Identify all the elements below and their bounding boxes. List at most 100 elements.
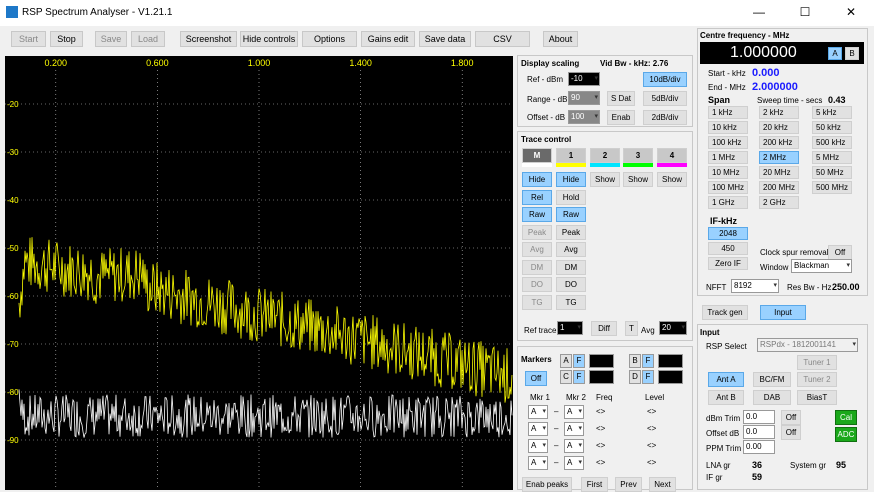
range-select[interactable]: 90 xyxy=(568,91,600,105)
start-value[interactable]: 0.000 xyxy=(752,67,780,79)
offset-db-off-button[interactable]: Off xyxy=(781,425,801,440)
toolbar-start-button[interactable]: Start xyxy=(11,31,46,47)
span-500-mhz-button[interactable]: 500 MHz xyxy=(812,181,852,194)
trace-m-tg-button[interactable]: TG xyxy=(522,294,552,310)
marker-row-mkr2[interactable]: A xyxy=(564,422,584,436)
span-100-mhz-button[interactable]: 100 MHz xyxy=(708,181,748,194)
t-button[interactable]: T xyxy=(625,321,638,336)
if-zero-if-button[interactable]: Zero IF xyxy=(708,257,748,270)
toolbar-about-button[interactable]: About xyxy=(543,31,578,47)
marker-row-mkr2[interactable]: A xyxy=(564,439,584,453)
ref-trace-select[interactable]: 1 xyxy=(557,321,583,335)
marker-D-freq-button[interactable]: F xyxy=(642,370,654,384)
track-gen-button[interactable]: Track gen xyxy=(702,305,748,320)
sdat-button[interactable]: S Dat xyxy=(607,91,635,106)
span-2-mhz-button[interactable]: 2 MHz xyxy=(759,151,799,164)
marker-C-button[interactable]: C xyxy=(560,370,572,384)
marker-B-button[interactable]: B xyxy=(629,354,641,368)
span-50-khz-button[interactable]: 50 kHz xyxy=(812,121,852,134)
trace-m-hide-button[interactable]: Hide xyxy=(522,172,552,187)
trace-tab-4[interactable]: 4 xyxy=(657,148,687,163)
marker-A-freq-button[interactable]: F xyxy=(573,354,585,368)
marker-B-freq-button[interactable]: F xyxy=(642,354,654,368)
toolbar-save-data-button[interactable]: Save data xyxy=(419,31,471,47)
enab-button[interactable]: Enab xyxy=(607,110,635,125)
10db-div-button[interactable]: 10dB/div xyxy=(643,72,687,87)
avg-select[interactable]: 20 xyxy=(659,321,687,335)
trace-1-do-button[interactable]: DO xyxy=(556,277,586,292)
trace-3-show-button[interactable]: Show xyxy=(623,172,653,187)
marker-row-mkr1[interactable]: A xyxy=(528,456,548,470)
span-50-mhz-button[interactable]: 50 MHz xyxy=(812,166,852,179)
tuner2-button[interactable]: Tuner 2 xyxy=(797,372,837,387)
tuner1-button[interactable]: Tuner 1 xyxy=(797,355,837,370)
toolbar-screenshot-button[interactable]: Screenshot xyxy=(180,31,237,47)
span-20-khz-button[interactable]: 20 kHz xyxy=(759,121,799,134)
trace-1-hide-button[interactable]: Hide xyxy=(556,172,586,187)
trace-1-raw-button[interactable]: Raw xyxy=(556,207,586,222)
trace-2-show-button[interactable]: Show xyxy=(590,172,620,187)
toolbar-load-button[interactable]: Load xyxy=(131,31,165,47)
marker-color-swatch[interactable] xyxy=(658,370,683,384)
clock-spur-button[interactable]: Off xyxy=(828,245,852,260)
marker-A-button[interactable]: A xyxy=(560,354,572,368)
5db-div-button[interactable]: 5dB/div xyxy=(643,91,687,106)
toolbar-csv-button[interactable]: CSV xyxy=(475,31,530,47)
minimize-button[interactable]: — xyxy=(736,0,782,26)
offset-select[interactable]: 100 xyxy=(568,110,600,124)
span-5-khz-button[interactable]: 5 kHz xyxy=(812,106,852,119)
span-2-khz-button[interactable]: 2 kHz xyxy=(759,106,799,119)
span-1-khz-button[interactable]: 1 kHz xyxy=(708,106,748,119)
trace-4-show-button[interactable]: Show xyxy=(657,172,687,187)
vfo-b-button[interactable]: B xyxy=(845,47,859,60)
marker-D-button[interactable]: D xyxy=(629,370,641,384)
nfft-select[interactable]: 8192 xyxy=(731,279,779,293)
span-20-mhz-button[interactable]: 20 MHz xyxy=(759,166,799,179)
span-200-khz-button[interactable]: 200 kHz xyxy=(759,136,799,149)
marker-row-mkr1[interactable]: A xyxy=(528,405,548,419)
offset-db-input[interactable]: 0.0 xyxy=(743,425,775,439)
marker-color-swatch[interactable] xyxy=(658,354,683,368)
dbm-trim-off-button[interactable]: Off xyxy=(781,410,801,425)
biast-button[interactable]: BiasT xyxy=(797,390,837,405)
trace-1-tg-button[interactable]: TG xyxy=(556,294,586,310)
span-2-ghz-button[interactable]: 2 GHz xyxy=(759,196,799,209)
vfo-a-button[interactable]: A xyxy=(828,47,842,60)
span-100-khz-button[interactable]: 100 kHz xyxy=(708,136,748,149)
trace-m-raw-button[interactable]: Raw xyxy=(522,207,552,222)
adc-button[interactable]: ADC xyxy=(835,427,857,442)
span-1-mhz-button[interactable]: 1 MHz xyxy=(708,151,748,164)
trace-1-hold-button[interactable]: Hold xyxy=(556,189,586,205)
marker-C-freq-button[interactable]: F xyxy=(573,370,585,384)
input-button[interactable]: Input xyxy=(760,305,806,320)
dab-button[interactable]: DAB xyxy=(753,390,791,405)
span-500-khz-button[interactable]: 500 kHz xyxy=(812,136,852,149)
if-2048-button[interactable]: 2048 xyxy=(708,227,748,240)
toolbar-hide-controls-button[interactable]: Hide controls xyxy=(240,31,298,47)
span-10-khz-button[interactable]: 10 kHz xyxy=(708,121,748,134)
end-value[interactable]: 2.000000 xyxy=(752,81,798,93)
ref-select[interactable]: -10 xyxy=(568,72,600,86)
span-5-mhz-button[interactable]: 5 MHz xyxy=(812,151,852,164)
ant-b-button[interactable]: Ant B xyxy=(708,390,744,405)
ant-a-button[interactable]: Ant A xyxy=(708,372,744,387)
marker-color-swatch[interactable] xyxy=(589,370,614,384)
trace-tab-2[interactable]: 2 xyxy=(590,148,620,163)
spectrum-plot[interactable]: 0.200 0.600 1.000 1.400 1.800 -20 -30 -40 -50 -60… xyxy=(5,56,513,490)
cal-button[interactable]: Cal xyxy=(835,410,857,425)
span-200-mhz-button[interactable]: 200 MHz xyxy=(759,181,799,194)
maximize-button[interactable]: ☐ xyxy=(782,0,828,26)
trace-tab-M[interactable]: M xyxy=(522,148,552,163)
toolbar-save-button[interactable]: Save xyxy=(95,31,127,47)
span-1-ghz-button[interactable]: 1 GHz xyxy=(708,196,748,209)
rsp-select[interactable]: RSPdx - 1812001141 xyxy=(757,338,858,352)
markers-off-button[interactable]: Off xyxy=(525,371,547,386)
toolbar-stop-button[interactable]: Stop xyxy=(50,31,83,47)
ppm-trim-input[interactable]: 0.00 xyxy=(743,440,775,454)
toolbar-options-button[interactable]: Options xyxy=(302,31,357,47)
toolbar-gains-edit-button[interactable]: Gains edit xyxy=(361,31,415,47)
trace-m-rel-button[interactable]: Rel xyxy=(522,189,552,205)
window-select[interactable]: Blackman xyxy=(791,259,852,273)
diff-button[interactable]: Diff xyxy=(591,321,617,336)
bcfm-button[interactable]: BC/FM xyxy=(753,372,791,387)
